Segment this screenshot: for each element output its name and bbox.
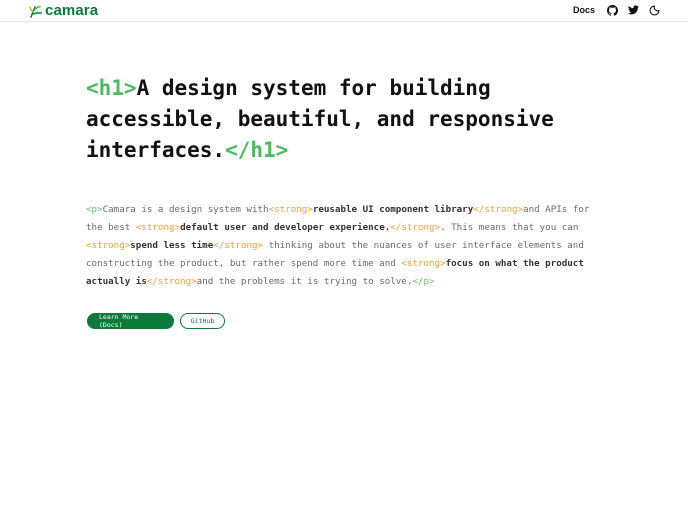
learn-more-docs-button[interactable]: Learn More (Docs) [87, 313, 174, 329]
intro-strong-3: spend less time [130, 240, 214, 251]
strong-close-tag: </strong> [146, 276, 197, 287]
strong-close-tag: </strong> [213, 240, 264, 251]
intro-paragraph: <p>Camara is a design system with<strong… [86, 201, 606, 291]
h1-open-tag: <h1> [86, 76, 137, 100]
p-close-tag: </p> [412, 276, 435, 287]
nav-docs-link[interactable]: Docs [573, 5, 595, 15]
brand-name: camara [45, 2, 99, 19]
intro-text-5: and the problems it is trying to solve. [196, 276, 413, 287]
cta-buttons: Learn More (Docs) GitHub [87, 313, 225, 329]
hero-heading: <h1>A design system for building accessi… [86, 73, 606, 166]
strong-open-tag: <strong> [268, 204, 313, 215]
strong-open-tag: <strong> [86, 240, 131, 251]
github-icon[interactable] [606, 4, 618, 16]
header-nav: Docs [573, 4, 660, 16]
brand-logo[interactable]: camara [29, 3, 98, 19]
theme-toggle-icon[interactable] [648, 4, 660, 16]
h1-close-tag: </h1> [225, 138, 289, 162]
intro-strong-2: default user and developer experience. [180, 222, 391, 233]
hero-heading-text: A design system for building accessible,… [86, 76, 554, 162]
p-open-tag: <p> [86, 204, 103, 215]
github-button[interactable]: GitHub [180, 313, 225, 329]
top-nav-bar: camara Docs [0, 0, 688, 22]
twitter-icon[interactable] [627, 4, 639, 16]
strong-open-tag: <strong> [401, 258, 446, 269]
intro-strong-1: reusable UI component library [312, 204, 474, 215]
strong-close-tag: </strong> [473, 204, 524, 215]
strong-open-tag: <strong> [135, 222, 181, 233]
intro-text-3: . This means that you can [440, 222, 579, 233]
strong-close-tag: </strong> [390, 222, 441, 233]
intro-text-1: Camara is a design system with [102, 204, 269, 215]
plant-logo-icon [29, 5, 43, 18]
